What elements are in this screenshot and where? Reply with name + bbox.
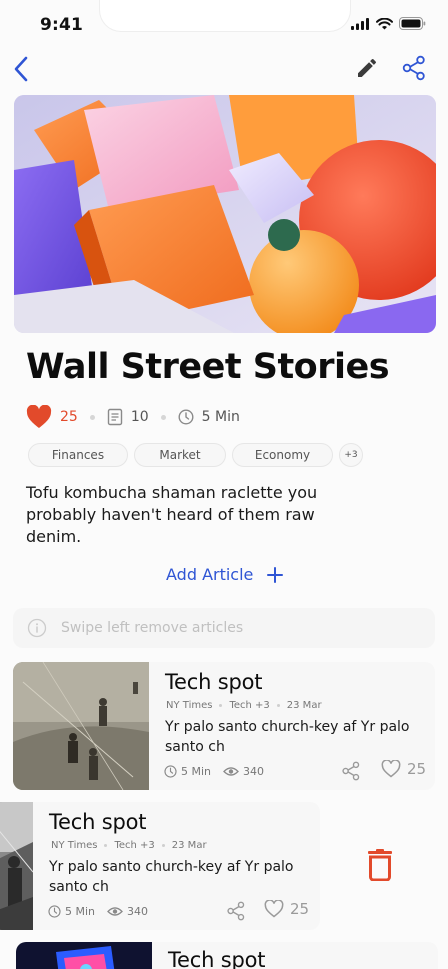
device-notch [99,0,351,32]
meta-separator [219,704,223,707]
share-button[interactable] [400,54,428,82]
chevron-left-icon [14,56,28,82]
collection-meta: 25 10 5 Min [26,405,240,429]
article-meta: NY Times Tech +3 23 Mar [166,700,322,711]
article-thumbnail [0,802,34,930]
pencil-icon [358,58,377,77]
article-date: 23 Mar [171,840,207,851]
swipe-hint: Swipe left remove articles [13,608,435,648]
document-icon [107,408,123,426]
article-views: 340 [107,905,148,918]
article-stats: 5 Min 340 [48,905,160,918]
meta-separator [161,844,165,847]
article-title: Tech spot [49,810,147,834]
eye-icon [223,767,239,776]
info-icon [27,618,47,638]
tag-chip[interactable]: Economy [232,443,333,467]
plus-icon [267,566,284,583]
heart-icon [26,405,52,428]
article-like-button[interactable]: 25 [381,760,426,778]
tag-chip[interactable]: Market [134,443,226,467]
articles-stat: 10 [107,408,149,426]
article-stats: 5 Min 340 [164,765,276,778]
add-article-label: Add Article [166,565,254,584]
views-value: 340 [243,765,265,778]
read-time: 5 Min [201,409,240,425]
edit-button[interactable] [353,54,381,82]
share-icon [227,901,245,921]
tag-list: Finances Market Economy +3 [28,443,363,467]
swipe-hint-text: Swipe left remove articles [61,620,244,636]
article-share-button[interactable] [226,901,246,921]
clock-icon [164,765,177,778]
views-value: 340 [127,905,149,918]
clock-icon [48,905,61,918]
article-read-time: 5 Min [164,765,211,778]
article-like-button[interactable]: 25 [264,900,309,918]
read-time-stat: 5 Min [178,409,240,425]
status-bar: 9:41 [0,0,448,48]
article-views: 340 [223,765,264,778]
clock-icon [178,409,194,425]
article-excerpt: Yr palo santo church-key af Yr palo sant… [49,859,294,895]
top-navigation [0,50,448,88]
share-icon [402,55,425,81]
article-thumbnail [13,662,149,790]
likes-stat[interactable]: 25 [26,405,78,429]
article-category: Tech +3 [114,840,155,851]
delete-article-button[interactable] [365,848,395,882]
status-icons [351,17,426,30]
articles-count: 10 [130,409,149,425]
likes-value: 25 [290,900,310,918]
hero-image [14,95,436,333]
status-time: 9:41 [40,15,84,35]
heart-icon [381,760,401,778]
tag-chip[interactable]: Finances [28,443,128,467]
share-icon [342,761,360,781]
article-card-swiped[interactable]: Tech spot NY Times Tech +3 23 Mar Yr pal… [0,802,320,930]
meta-separator [89,414,95,420]
article-source: NY Times [51,840,98,851]
article-category: Tech +3 [229,700,270,711]
collection-description: Tofu kombucha shaman raclette you probab… [26,483,318,546]
eye-icon [107,907,123,916]
article-card[interactable]: Tech spot NY Times Tech +3 23 Mar Yr pal… [13,662,435,790]
meta-separator [160,414,166,420]
meta-separator [104,844,108,847]
article-share-button[interactable] [341,761,361,781]
signal-icon [351,17,369,30]
heart-icon [264,900,284,918]
article-title: Tech spot [165,670,263,694]
meta-separator [276,704,280,707]
likes-count: 25 [60,409,78,425]
article-source: NY Times [166,700,213,711]
article-read-time: 5 Min [48,905,95,918]
read-time-value: 5 Min [65,905,96,918]
back-button[interactable] [6,54,36,84]
collection-title: Wall Street Stories [26,347,390,387]
trash-icon [368,849,392,881]
article-card[interactable]: Tech spot [16,942,438,969]
wifi-icon [376,17,393,29]
add-article-button[interactable]: Add Article [166,565,284,584]
collection-detail-screen: 9:41 Wall Street Stories 25 10 5 Min Fin… [0,0,448,969]
battery-icon [399,17,426,30]
article-excerpt: Yr palo santo church-key af Yr palo sant… [165,719,410,755]
likes-value: 25 [407,760,427,778]
article-thumbnail [16,942,152,969]
article-date: 23 Mar [286,700,322,711]
article-title: Tech spot [168,948,266,969]
more-tags-chip[interactable]: +3 [339,443,363,467]
read-time-value: 5 Min [181,765,212,778]
article-meta: NY Times Tech +3 23 Mar [51,840,207,851]
